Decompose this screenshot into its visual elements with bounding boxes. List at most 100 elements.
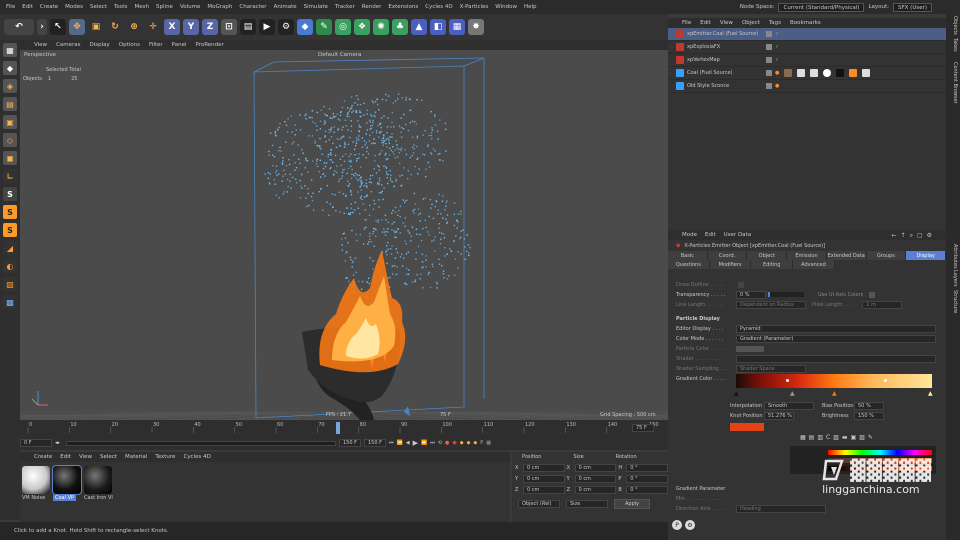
viewport-camera-label[interactable]: Default Camera <box>318 52 361 58</box>
key-rotation-icon[interactable]: ◆ <box>467 440 471 446</box>
transform-tool-icon[interactable]: ✛ <box>145 19 161 35</box>
material-swatch[interactable] <box>84 466 112 494</box>
rotation-field[interactable]: 0 ° <box>626 463 669 472</box>
axis-y-button[interactable]: Y <box>183 19 199 35</box>
visibility-dots[interactable] <box>766 31 772 37</box>
viewport-menu-display[interactable]: Display <box>90 42 110 48</box>
attr-menu-user-data[interactable]: User Data <box>724 232 751 238</box>
material-menu-create[interactable]: Create <box>34 454 52 460</box>
menu-simulate[interactable]: Simulate <box>304 4 328 10</box>
key-pla-icon[interactable]: ▦ <box>486 440 491 446</box>
attr-menu-mode[interactable]: Mode <box>682 232 697 238</box>
key-position-icon[interactable]: ◆ <box>460 440 464 446</box>
object-menu-file[interactable]: File <box>682 20 691 26</box>
material-tag-icon[interactable] <box>797 69 806 77</box>
edges-mode-icon[interactable]: ◇ <box>3 133 17 147</box>
menu-cycles-4d[interactable]: Cycles 4D <box>425 4 452 10</box>
size-field[interactable]: 0 cm <box>574 463 617 472</box>
material-swatch[interactable] <box>52 465 82 495</box>
layer-dot-icon[interactable]: ● <box>775 83 779 89</box>
points-mode-icon[interactable]: ▣ <box>3 115 17 129</box>
camera-icon[interactable]: ◧ <box>430 19 446 35</box>
frame-range-slider[interactable] <box>66 440 336 446</box>
attr-menu-edit[interactable]: Edit <box>705 232 716 238</box>
menu-volume[interactable]: Volume <box>180 4 200 10</box>
bias-position-field[interactable]: 50 % <box>854 401 884 410</box>
size-field[interactable]: 0 cm <box>574 485 617 494</box>
script-icon[interactable]: ⚙ <box>685 520 695 530</box>
particle-color-swatch[interactable] <box>736 345 764 352</box>
object-row[interactable]: xpEmitter.Coal (Fuel Source) ✓ <box>668 28 946 41</box>
gradient-tool-6-icon[interactable]: ▬ <box>842 434 848 441</box>
enabled-check-icon[interactable]: ✓ <box>775 31 779 37</box>
menu-edit[interactable]: Edit <box>22 4 33 10</box>
transparency-slider[interactable] <box>768 292 804 297</box>
side-tab-attributes[interactable]: Attributes <box>952 244 958 269</box>
deformer-icon[interactable]: ✺ <box>373 19 389 35</box>
texture-mode-icon[interactable]: ◈ <box>3 79 17 93</box>
current-frame-field[interactable]: 75 F <box>632 424 654 432</box>
axis-x-button[interactable]: X <box>164 19 180 35</box>
key-param-icon[interactable]: P <box>480 440 483 446</box>
material-tag-icon[interactable] <box>849 69 858 77</box>
object-name[interactable]: Old Style Sconce <box>687 83 763 89</box>
key-scale-icon[interactable]: ◆ <box>473 440 477 446</box>
layout-dropdown[interactable]: SFX (User) <box>893 2 932 12</box>
material-menu-view[interactable]: View <box>79 454 92 460</box>
object-menu-object[interactable]: Object <box>742 20 760 26</box>
rotation-field[interactable]: 0 ° <box>626 485 669 494</box>
record-icon[interactable]: ● <box>445 440 449 446</box>
make-editable-icon[interactable]: ▦ <box>3 43 17 57</box>
play-back-icon[interactable]: ◀ <box>406 440 410 446</box>
locked-workplane-icon[interactable]: ◢ <box>3 241 17 255</box>
move-tool-icon[interactable]: ✥ <box>69 19 85 35</box>
size-field[interactable]: 0 cm <box>574 474 617 483</box>
coords-mode-dropdown[interactable]: Object (Rel) <box>518 500 560 508</box>
gradient-tool-2-icon[interactable]: ▤ <box>809 434 815 441</box>
loop-icon[interactable]: ⟲ <box>438 440 442 446</box>
snap-enable-icon[interactable]: S <box>3 205 17 219</box>
scale-tool-icon[interactable]: ▣ <box>88 19 104 35</box>
viewport-menu-cameras[interactable]: Cameras <box>56 42 80 48</box>
material-tag-icon[interactable] <box>810 69 819 77</box>
axis-z-button[interactable]: Z <box>202 19 218 35</box>
apply-button[interactable]: Apply <box>614 499 651 509</box>
redo-icon[interactable]: › <box>37 19 47 35</box>
visibility-dots[interactable] <box>766 57 772 63</box>
gradient-tool-1-icon[interactable]: ▦ <box>800 434 806 441</box>
tab-questions[interactable]: Questions <box>668 260 710 269</box>
pen-icon[interactable]: ✎ <box>316 19 332 35</box>
render-settings-icon[interactable]: ⚙ <box>278 19 294 35</box>
menu-spline[interactable]: Spline <box>156 4 173 10</box>
color-mode-dropdown[interactable]: Gradient (Parameter) <box>736 334 936 343</box>
menu-extensions[interactable]: Extensions <box>388 4 418 10</box>
next-key-icon[interactable]: ⏩ <box>421 440 427 446</box>
object-menu-view[interactable]: View <box>720 20 733 26</box>
menu-help[interactable]: Help <box>524 4 537 10</box>
gradient-tool-3-icon[interactable]: ▥ <box>817 434 823 441</box>
object-menu-tags[interactable]: Tags <box>769 20 781 26</box>
layer-dot-icon[interactable]: ● <box>775 70 779 76</box>
shader-field[interactable] <box>736 354 936 363</box>
model-mode-icon[interactable]: ◆ <box>3 61 17 75</box>
object-menu-edit[interactable]: Edit <box>700 20 711 26</box>
material-menu-edit[interactable]: Edit <box>60 454 71 460</box>
brightness-field[interactable]: 150 % <box>854 411 884 420</box>
tab-advanced[interactable]: Advanced <box>793 260 835 269</box>
search-icon[interactable]: ⌕ <box>910 232 913 240</box>
node-space-dropdown[interactable]: Current (Standard/Physical) <box>778 2 865 12</box>
enabled-check-icon[interactable]: ✓ <box>775 44 779 50</box>
cube-icon[interactable]: ◆ <box>297 19 313 35</box>
tab-modifiers[interactable]: Modifiers <box>709 260 752 269</box>
gradient-tool-4-icon[interactable]: C <box>826 434 830 441</box>
menu-character[interactable]: Character <box>239 4 266 10</box>
menu-modes[interactable]: Modes <box>65 4 83 10</box>
tab-emission[interactable]: Emission <box>787 251 827 260</box>
lock-icon[interactable]: ▢ <box>917 232 923 240</box>
knot-position-field[interactable]: 51.276 % <box>764 411 794 420</box>
tab-coord[interactable]: Coord. <box>707 251 748 260</box>
position-field[interactable]: 0 cm <box>522 463 565 472</box>
viewport[interactable]: Perspective Default Camera Selected Tota… <box>20 50 668 420</box>
material-tag-icon[interactable] <box>836 69 845 77</box>
side-tab-objects[interactable]: Objects <box>952 16 958 35</box>
